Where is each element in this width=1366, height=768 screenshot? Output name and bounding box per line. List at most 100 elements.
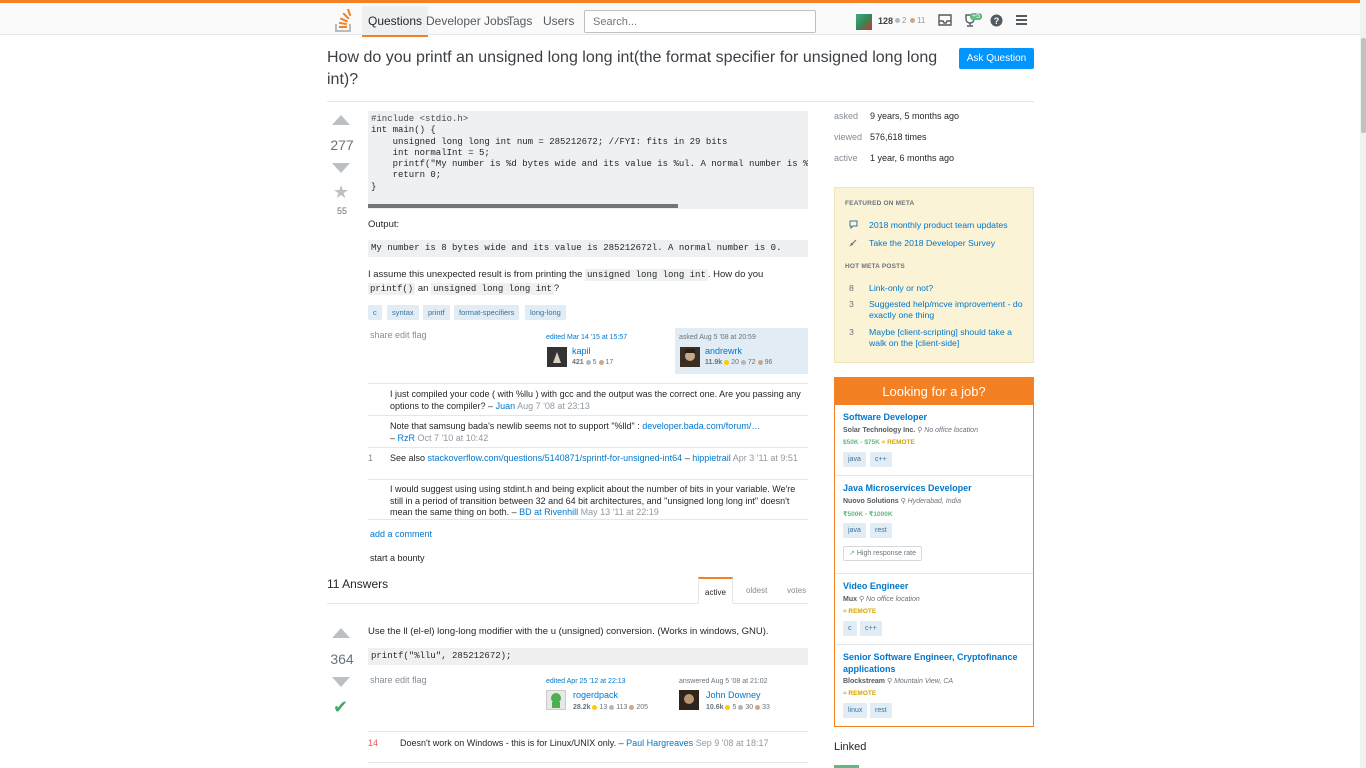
edit-timestamp[interactable]: edited Apr 25 '12 at 22:13 [546,678,626,685]
favorite-count: 55 [336,206,347,216]
flag-link[interactable]: flag [412,330,427,340]
comment-score: 1 [368,453,374,463]
owner-avatar[interactable] [680,347,700,367]
job-listing[interactable]: Software Developer Solar Technology Inc.… [835,405,1033,476]
comment-user[interactable]: RzR [398,433,416,443]
answer-code-block: printf("%llu", 285212672); [368,648,808,665]
page-scrollbar-thumb[interactable] [1361,38,1366,133]
top-bar: Questions Developer Jobs Tags Users 128 … [0,0,1366,37]
answer-owner-avatar[interactable] [679,690,699,710]
comment-user[interactable]: Juan [496,401,516,411]
inbox-icon[interactable] [938,14,952,28]
edit-link[interactable]: edit [395,330,410,340]
question-vote-count: 277 [330,137,354,153]
active-label: active [834,153,858,163]
hot-post-link[interactable]: Link-only or not? [869,283,1025,294]
answer-owner-name[interactable]: John Downey [706,690,761,700]
comment-user[interactable]: hippietrail [692,453,731,463]
viewed-label: viewed [834,132,863,142]
question-body-text: I assume this unexpected result is from … [368,269,764,295]
job-tag[interactable]: c [843,621,857,636]
help-icon[interactable]: ? [989,14,1003,28]
question-title[interactable]: How do you printf an unsigned long long … [327,47,947,91]
survey-icon [849,238,858,249]
nav-questions[interactable]: Questions [362,6,429,37]
add-comment-link[interactable]: add a comment [370,528,432,541]
editor-avatar[interactable] [547,347,567,367]
question-downvote-button[interactable] [332,163,350,173]
job-title[interactable]: Video Engineer [843,580,1023,592]
tag-printf[interactable]: printf [423,305,450,320]
owner-name[interactable]: andrewrk [705,346,742,356]
job-company: Nuovo Solutions ⚲ Hyderabad, India [843,498,961,505]
comment-link[interactable]: developer.bada.com/forum/… [642,421,760,431]
answer-upvote-button[interactable] [332,628,350,638]
location-pin-icon: ⚲ [858,596,865,603]
nav-users[interactable]: Users [537,6,580,37]
location-pin-icon: ⚲ [886,678,893,685]
featured-meta-box: FEATURED ON META 2018 monthly product te… [834,187,1034,363]
comment: Note that samsung bada's newlib seems no… [368,415,808,447]
answer-comment: 14 Doesn't work on Windows - this is for… [368,731,808,763]
editor-name[interactable]: kapil [572,346,591,356]
job-remote: ≈ REMOTE [843,690,877,697]
job-salary: ₹500K - ₹1000K [843,511,893,518]
job-listing[interactable]: Senior Software Engineer, Cryptofinance … [835,645,1033,727]
answer-editor-name[interactable]: rogerdpack [573,690,618,700]
jobs-widget: Looking for a job? Software Developer So… [834,377,1034,727]
site-switcher-icon[interactable] [1014,14,1028,28]
share-link[interactable]: share [370,675,393,685]
hot-post-link[interactable]: Suggested help/mcve improvement - do exa… [869,299,1025,321]
location-pin-icon: ⚲ [900,498,906,505]
nav-tags[interactable]: Tags [501,6,538,37]
hot-post-link[interactable]: Maybe [client-scripting] should take a w… [869,327,1025,349]
hot-post-score: 3 [849,299,854,309]
tab-active[interactable]: active [698,577,733,604]
flag-link[interactable]: flag [412,675,427,685]
featured-item[interactable]: 2018 monthly product team updates [869,220,1025,231]
tag-long-long[interactable]: long-long [525,305,566,320]
featured-item[interactable]: Take the 2018 Developer Survey [869,238,1025,249]
comment-user[interactable]: BD at Rivenhill [519,507,578,517]
job-tag[interactable]: java [843,452,866,467]
user-avatar[interactable] [856,14,872,30]
job-title[interactable]: Senior Software Engineer, Cryptofinance … [843,651,1023,675]
code-horizontal-scrollbar[interactable] [368,204,678,208]
share-link[interactable]: share [370,330,393,340]
job-tag[interactable]: linux [843,703,868,718]
job-tag[interactable]: rest [870,523,892,538]
edit-link[interactable]: edit [395,675,410,685]
job-listing[interactable]: Video Engineer Mux ⚲ No office location … [835,574,1033,645]
answer-downvote-button[interactable] [332,677,350,687]
tag-format-specifiers[interactable]: format-specifiers [454,305,520,320]
tab-oldest[interactable]: oldest [740,577,773,604]
job-tag[interactable]: rest [870,703,892,718]
job-title[interactable]: Software Developer [843,411,1023,423]
question-upvote-button[interactable] [332,115,350,125]
tag-c[interactable]: c [368,305,382,320]
job-tag[interactable]: java [843,523,866,538]
job-tag[interactable]: c++ [870,452,892,467]
jobs-heading[interactable]: Looking for a job? [835,378,1033,405]
silver-badge-count: 2 [895,16,906,25]
search-input[interactable] [584,10,816,33]
job-title[interactable]: Java Microservices Developer [843,482,1023,494]
owner-reputation: 11.9k 20 72 96 [705,359,773,366]
answer-editor-avatar[interactable] [546,690,566,710]
comment-user[interactable]: Paul Hargreaves [626,738,693,748]
edit-timestamp[interactable]: edited Mar 14 '15 at 15:57 [546,334,627,341]
asked-value: 9 years, 5 months ago [870,111,960,121]
tabs-divider [327,603,808,604]
start-bounty-link[interactable]: start a bounty [370,552,425,565]
tag-syntax[interactable]: syntax [387,305,419,320]
comment-link[interactable]: stackoverflow.com/questions/5140871/spri… [428,453,683,463]
favorite-star-icon[interactable]: ★ [333,182,349,203]
ask-question-button[interactable]: Ask Question [959,48,1034,69]
stack-overflow-logo[interactable] [334,9,354,33]
bronze-badge-count: 11 [910,16,925,25]
job-tag[interactable]: c++ [860,621,882,636]
answer-editor-card: edited Apr 25 '12 at 22:13 rogerdpack 28… [544,673,672,717]
job-listing[interactable]: Java Microservices Developer Nuovo Solut… [835,476,1033,574]
accepted-check-icon: ✔ [333,697,349,717]
tab-votes[interactable]: votes [781,577,812,604]
